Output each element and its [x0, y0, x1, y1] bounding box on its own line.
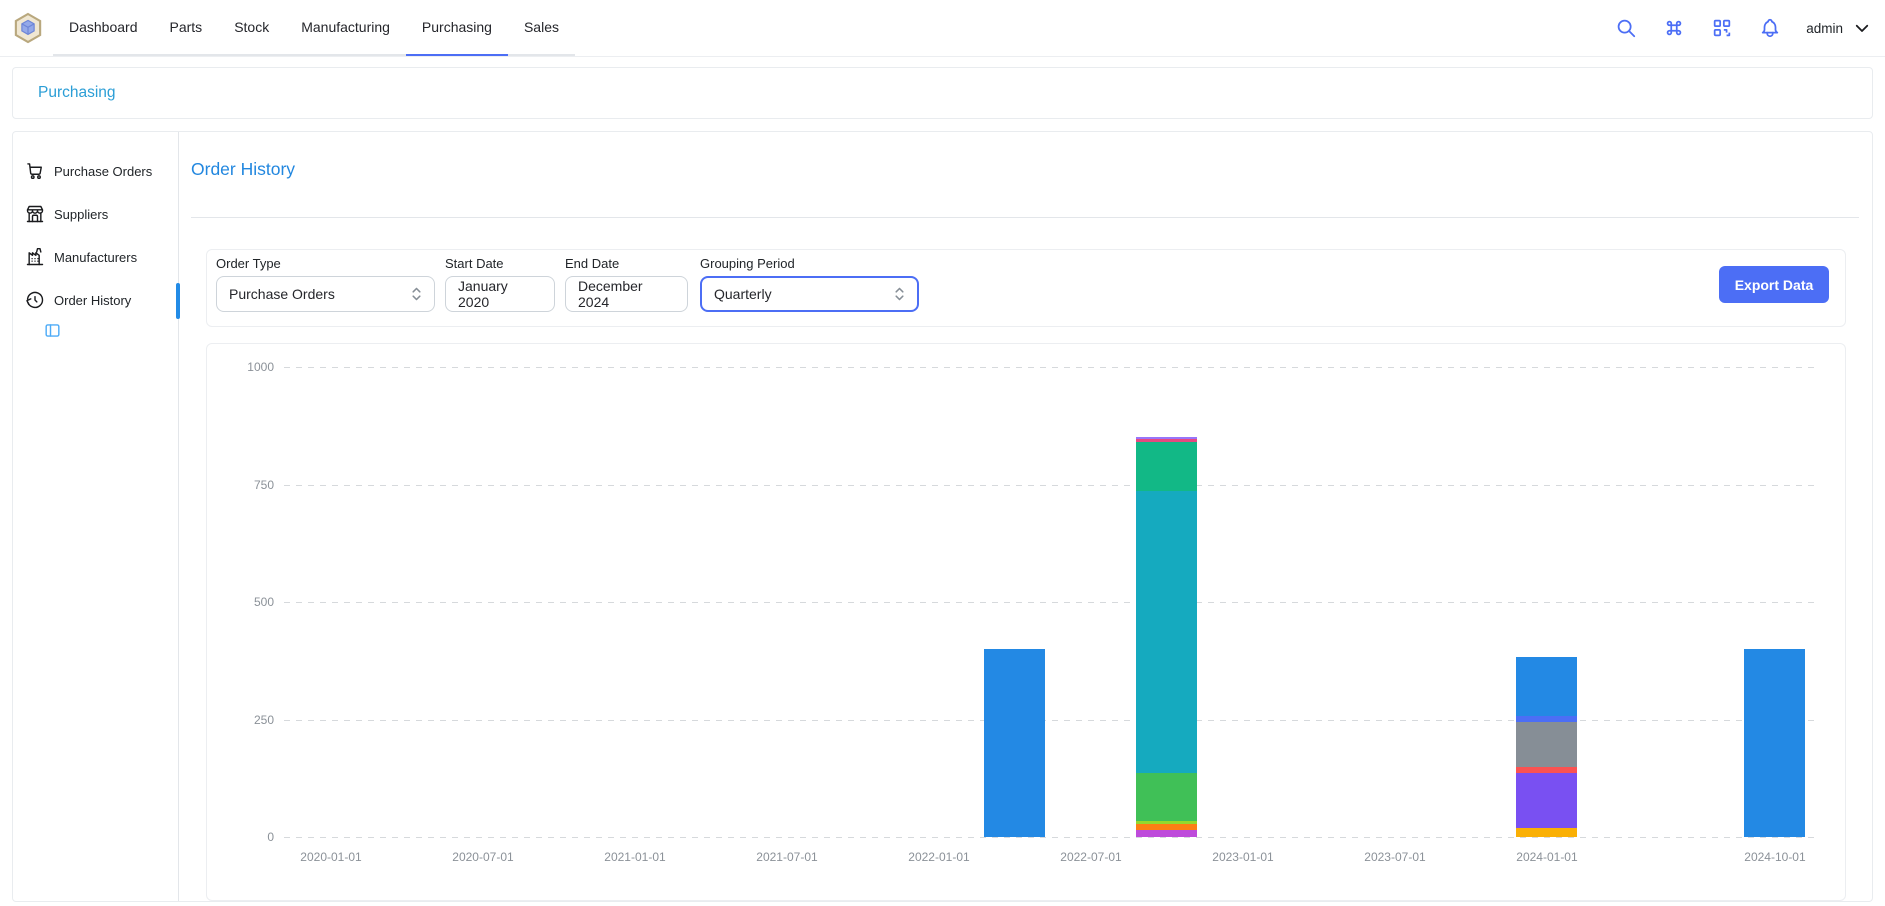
end-date-value: December 2024 [578, 278, 675, 310]
y-tick-label: 500 [224, 595, 274, 609]
gridline-y-750 [284, 485, 1814, 486]
x-tick-label: 2021-01-01 [604, 850, 665, 864]
history-icon [25, 290, 45, 310]
tab-dashboard[interactable]: Dashboard [53, 0, 154, 56]
sidebar-divider [178, 132, 179, 901]
chart-plot: 025050075010002020-01-012020-07-012021-0… [284, 367, 1814, 837]
sidebar-item-label: Manufacturers [54, 250, 137, 265]
navbar-actions: admin [1614, 0, 1871, 56]
end-date-field: End Date December 2024 [565, 256, 688, 312]
x-tick-label: 2022-01-01 [908, 850, 969, 864]
chart-panel: 0 250 500 750 1000 2020-01-01 2020-07-01 2021-0… [206, 343, 1846, 901]
order-type-value: Purchase Orders [229, 286, 335, 302]
start-date-field: Start Date January 2020 [445, 256, 555, 312]
grouping-period-field: Grouping Period Quarterly [700, 256, 919, 312]
sidebar-item-suppliers[interactable]: Suppliers [25, 197, 171, 231]
title-divider [191, 217, 1859, 218]
start-date-label: Start Date [445, 256, 555, 271]
x-tick-label: 2020-01-01 [300, 850, 361, 864]
start-date-input[interactable]: January 2020 [445, 276, 555, 312]
stacked-bar-2024-01-01[interactable] [1516, 657, 1577, 837]
grouping-period-label: Grouping Period [700, 256, 919, 271]
chevron-down-icon [1853, 19, 1871, 37]
tab-stock[interactable]: Stock [218, 0, 285, 56]
shopping-cart-icon [25, 161, 45, 181]
start-date-value: January 2020 [458, 278, 542, 310]
bar-segment [1516, 828, 1577, 837]
sidebar-active-indicator [176, 283, 180, 319]
grouping-period-select[interactable]: Quarterly [700, 276, 919, 312]
grouping-period-value: Quarterly [714, 286, 772, 302]
y-tick-label: 1000 [224, 360, 274, 374]
navbar: Dashboard Parts Stock Manufacturing Purc… [0, 0, 1885, 57]
y-tick-label: 750 [224, 478, 274, 492]
gridline-y-250 [284, 720, 1814, 721]
y-tick-label: 250 [224, 713, 274, 727]
bell-icon[interactable] [1758, 16, 1782, 40]
qrcode-icon[interactable] [1710, 16, 1734, 40]
bar-segment [1516, 722, 1577, 767]
bar-segment [1516, 773, 1577, 828]
x-tick-label: 2023-01-01 [1212, 850, 1273, 864]
sidebar-item-manufacturers[interactable]: Manufacturers [25, 240, 171, 274]
bar-segment [1744, 649, 1805, 837]
y-tick-label: 0 [224, 830, 274, 844]
x-tick-label: 2021-07-01 [756, 850, 817, 864]
bar-segment [984, 649, 1045, 837]
stacked-bar-2024-10-01[interactable] [1744, 649, 1805, 837]
building-store-icon [25, 204, 45, 224]
order-type-select[interactable]: Purchase Orders [216, 276, 435, 312]
breadcrumb-link-purchasing[interactable]: Purchasing [38, 84, 116, 102]
layout-sidebar-icon[interactable] [43, 321, 62, 340]
selector-icon [894, 285, 905, 303]
gridline-y-0 [284, 837, 1814, 838]
sidebar-item-order-history[interactable]: Order History [25, 283, 171, 317]
bar-segment [1136, 773, 1197, 822]
selector-icon [411, 285, 422, 303]
bar-segment [1516, 657, 1577, 715]
x-tick-label: 2024-01-01 [1516, 850, 1577, 864]
content-panel: Purchase Orders Suppliers [12, 131, 1873, 902]
gridline-y-1000 [284, 367, 1814, 368]
tab-sales[interactable]: Sales [508, 0, 575, 56]
x-tick-label: 2023-07-01 [1364, 850, 1425, 864]
sidebar-item-label: Purchase Orders [54, 164, 152, 179]
factory-icon [25, 247, 45, 267]
sidebar-item-label: Order History [54, 293, 131, 308]
sidebar-item-label: Suppliers [54, 207, 108, 222]
search-icon[interactable] [1614, 16, 1638, 40]
command-icon[interactable] [1662, 16, 1686, 40]
export-data-button[interactable]: Export Data [1719, 266, 1829, 303]
bar-segment [1136, 830, 1197, 837]
tab-manufacturing[interactable]: Manufacturing [285, 0, 406, 56]
tab-parts[interactable]: Parts [154, 0, 219, 56]
page-title: Order History [191, 159, 295, 180]
order-type-field: Order Type Purchase Orders [216, 256, 435, 312]
breadcrumb: Purchasing [12, 67, 1873, 119]
stacked-bar-2022-04-01[interactable] [984, 649, 1045, 837]
order-type-label: Order Type [216, 256, 435, 271]
end-date-label: End Date [565, 256, 688, 271]
user-menu[interactable]: admin [1806, 19, 1871, 37]
app-logo-icon[interactable] [12, 12, 44, 44]
user-name: admin [1806, 21, 1843, 36]
bar-segment [1136, 491, 1197, 773]
end-date-input[interactable]: December 2024 [565, 276, 688, 312]
x-tick-label: 2020-07-01 [452, 850, 513, 864]
x-tick-label: 2022-07-01 [1060, 850, 1121, 864]
nav-tabs: Dashboard Parts Stock Manufacturing Purc… [53, 0, 575, 56]
tab-purchasing[interactable]: Purchasing [406, 0, 508, 56]
filter-panel: Order Type Purchase Orders Start Date Ja… [206, 249, 1846, 327]
stacked-bar-2022-10-01[interactable] [1136, 437, 1197, 837]
x-tick-label: 2024-10-01 [1744, 850, 1805, 864]
gridline-y-500 [284, 602, 1814, 603]
bar-segment [1136, 442, 1197, 490]
sidebar-item-purchase-orders[interactable]: Purchase Orders [25, 154, 171, 188]
page: Dashboard Parts Stock Manufacturing Purc… [0, 0, 1885, 906]
